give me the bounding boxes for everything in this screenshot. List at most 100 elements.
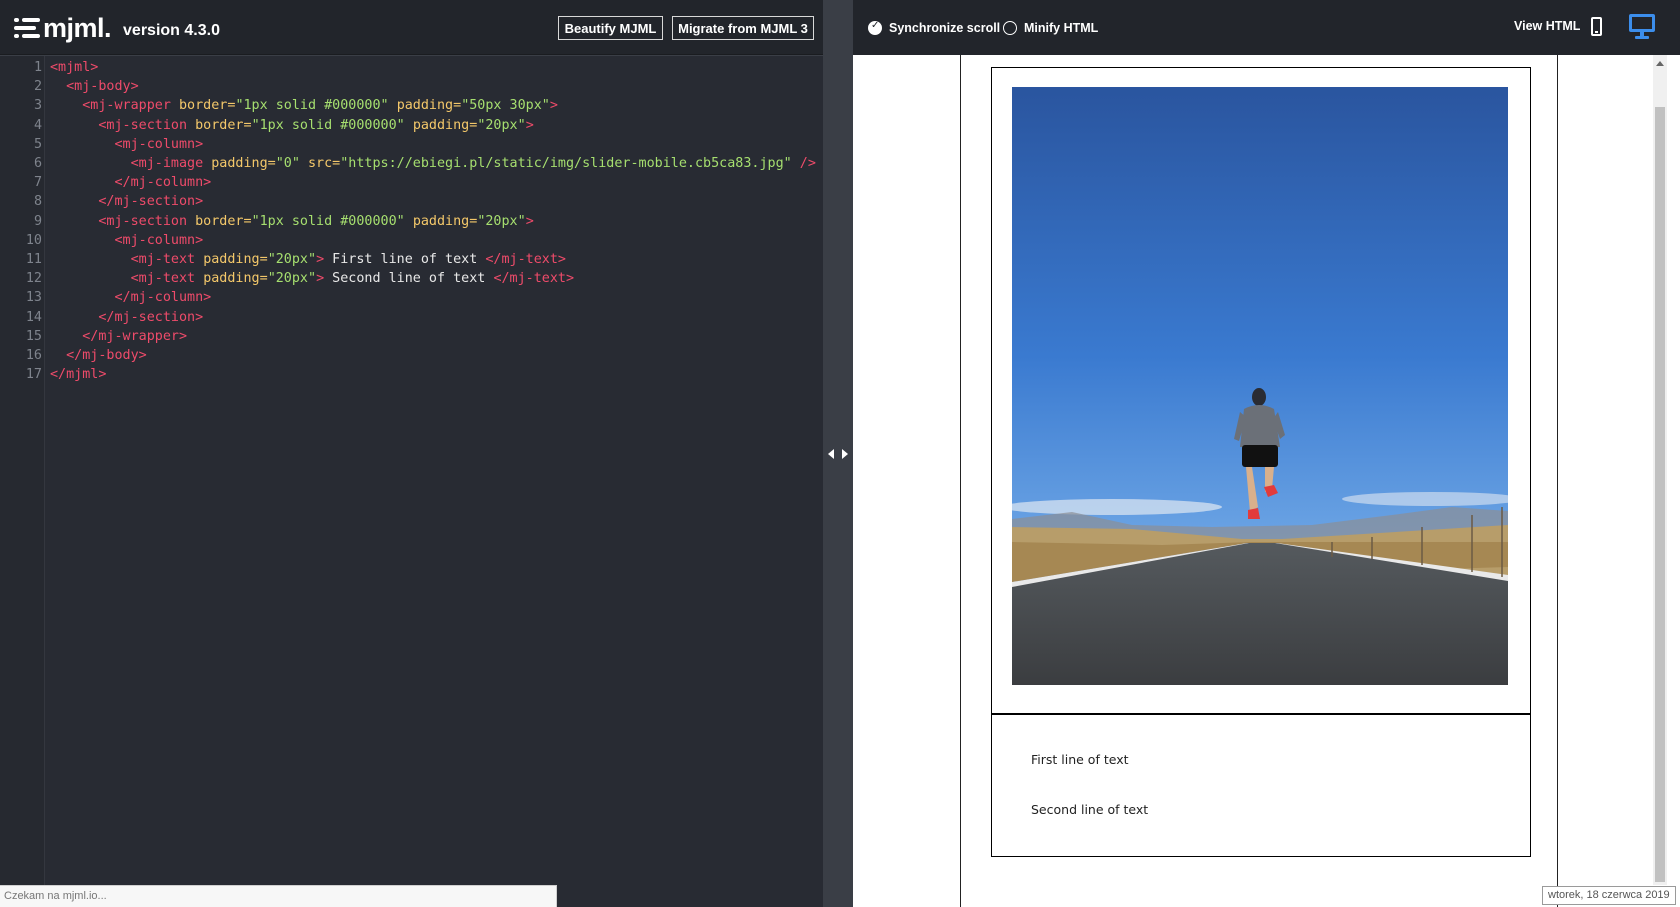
runner-image [1012, 87, 1508, 685]
mjml-logo-icon [14, 17, 40, 39]
code-line[interactable]: 8 </mj-section> [0, 192, 823, 212]
code-token: padding= [203, 252, 268, 267]
code-line[interactable]: 6 <mj-image padding="0" src="https://ebi… [0, 154, 823, 174]
code-line[interactable]: 11 <mj-text padding="20px"> First line o… [0, 250, 823, 270]
code-token: Second line of text [324, 271, 494, 287]
code-token: "1px solid #000000" [235, 98, 389, 114]
code-line[interactable]: 3 <mj-wrapper border="1px solid #000000"… [0, 96, 823, 116]
mjml-logo: mjml. version 4.3.0 [14, 13, 220, 43]
code-token: </mj-column> [114, 175, 212, 191]
code-token: > [316, 271, 325, 287]
code-line[interactable]: 2 <mj-body> [0, 77, 823, 97]
line-number: 5 [33, 136, 42, 152]
line-number: 13 [25, 290, 42, 306]
code-line[interactable]: 12 <mj-text padding="20px"> Second line … [0, 269, 823, 289]
code-token: </mj-section> [98, 309, 204, 325]
code-editor[interactable]: 1 <mjml> 2 <mj-body> 3 <mj-wrapper border="… [0, 56, 823, 907]
status-bar: Czekam na mjml.io... [0, 885, 557, 907]
code-line[interactable]: 7 </mj-column> [0, 173, 823, 193]
minify-label: Minify HTML [1024, 21, 1099, 35]
line-number: 6 [33, 156, 42, 171]
line-number: 10 [25, 232, 42, 248]
preview-text-line-2: Second line of text [1031, 802, 1149, 817]
code-text: <mj-section border="1px solid #000000" p… [50, 116, 533, 136]
code-token: </mjml> [50, 367, 107, 383]
line-number: 8 [33, 194, 42, 210]
date-tooltip: wtorek, 18 czerwca 2019 [1542, 886, 1676, 905]
collapse-left-icon[interactable] [828, 449, 834, 459]
email-preview: First line of text Second line of text [853, 55, 1680, 907]
line-number: 15 [25, 328, 42, 344]
code-text: </mj-section> [50, 192, 203, 212]
code-text: <mjml> [50, 58, 98, 78]
code-token: <mj-column> [114, 232, 204, 248]
image-section [992, 68, 1530, 715]
code-text: <mj-column> [50, 231, 204, 251]
code-token: </mj-wrapper> [82, 328, 188, 344]
code-text: </mjml> [50, 365, 106, 385]
code-text: <mj-section border="1px solid #000000" p… [50, 212, 534, 232]
code-token: <mj-body> [66, 79, 139, 95]
minify-toggle[interactable]: Minify HTML [1003, 21, 1098, 35]
code-token: <mj-text [130, 271, 196, 287]
mobile-icon[interactable] [1591, 17, 1602, 36]
migrate-button[interactable]: Migrate from MJML 3 [672, 16, 814, 40]
code-line[interactable]: 4 <mj-section border="1px solid #000000"… [0, 116, 823, 136]
code-line[interactable]: 14 </mj-section> [0, 308, 823, 328]
code-token: border= [195, 117, 252, 133]
desktop-icon[interactable] [1629, 14, 1655, 40]
code-token: "20px" [477, 213, 526, 229]
beautify-button[interactable]: Beautify MJML [558, 16, 663, 40]
code-token: padding= [211, 156, 276, 171]
code-token: </mj-text> [485, 252, 566, 267]
sync-scroll-label: Synchronize scroll [889, 21, 1001, 35]
code-token: "1px solid #000000" [251, 213, 405, 229]
minify-radio-icon[interactable] [1003, 21, 1017, 35]
scrollbar-thumb[interactable] [1655, 107, 1665, 882]
code-line[interactable]: 16 </mj-body> [0, 346, 823, 366]
line-number: 2 [33, 79, 42, 95]
code-token: <mjml> [50, 60, 99, 75]
sync-scroll-radio-icon[interactable] [868, 20, 882, 35]
view-html-button[interactable]: View HTML [1514, 19, 1580, 33]
line-number: 12 [25, 271, 42, 287]
code-token: <mj-text [130, 252, 196, 267]
code-line[interactable]: 5 <mj-column> [0, 135, 823, 155]
sync-scroll-toggle[interactable]: Synchronize scroll [868, 20, 1001, 35]
code-line[interactable]: 13 </mj-column> [0, 288, 823, 308]
code-token: </mj-text> [493, 271, 575, 287]
line-number: 11 [25, 252, 42, 267]
pane-splitter[interactable] [823, 0, 853, 907]
scroll-up-icon[interactable] [1656, 61, 1664, 66]
code-line[interactable]: 9 <mj-section border="1px solid #000000"… [0, 212, 823, 232]
code-token: <mj-section [98, 213, 188, 229]
collapse-right-icon[interactable] [842, 449, 848, 459]
code-token: "https://ebiegi.pl/static/img/slider-mob… [340, 156, 792, 171]
line-number: 1 [33, 60, 42, 75]
code-line[interactable]: 1 <mjml> [0, 58, 823, 78]
code-line[interactable]: 17 </mjml> [0, 365, 823, 385]
code-token: </mj-body> [66, 348, 147, 363]
logo-text: mjml. [43, 12, 112, 43]
code-line[interactable]: 10 <mj-column> [0, 231, 823, 251]
code-token: <mj-wrapper [82, 98, 171, 114]
code-token: > [549, 98, 558, 114]
preview-scrollbar[interactable] [1653, 55, 1667, 885]
preview-text-line-1: First line of text [1031, 752, 1129, 767]
code-token: > [525, 213, 534, 229]
line-number: 17 [25, 367, 42, 383]
line-number: 16 [25, 348, 42, 363]
code-token: "20px" [267, 271, 317, 287]
code-line[interactable]: 15 </mj-wrapper> [0, 327, 823, 347]
code-token: padding= [412, 213, 478, 229]
